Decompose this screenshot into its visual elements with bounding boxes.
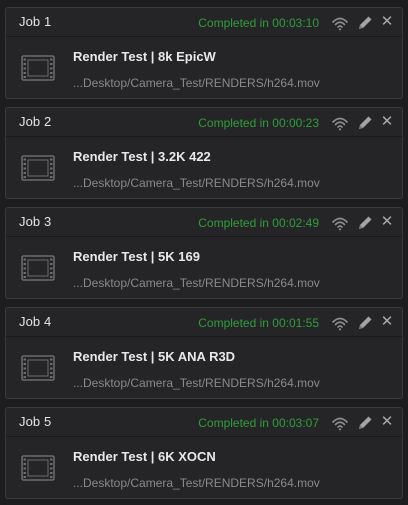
job-output-path: ...Desktop/Camera_Test/RENDERS/h264.mov — [73, 376, 320, 390]
pencil-icon[interactable] — [356, 214, 374, 232]
film-clip-icon — [21, 255, 55, 281]
job-output-path: ...Desktop/Camera_Test/RENDERS/h264.mov — [73, 76, 320, 90]
wifi-icon[interactable] — [331, 314, 349, 332]
close-icon[interactable]: ✕ — [379, 113, 395, 131]
job-title: Job 1 — [19, 14, 52, 29]
pencil-icon[interactable] — [356, 14, 374, 32]
pencil-icon[interactable] — [356, 314, 374, 332]
close-icon[interactable]: ✕ — [379, 413, 395, 431]
wifi-icon[interactable] — [331, 414, 349, 432]
job-body: Render Test | 3.2K 422 ...Desktop/Camera… — [6, 137, 402, 198]
job-name: Render Test | 8k EpicW — [73, 49, 216, 64]
job-status: Completed in 00:02:49 — [198, 216, 319, 230]
job-header: Job 3 Completed in 00:02:49 ✕ — [6, 208, 402, 237]
film-clip-icon — [21, 155, 55, 181]
job-title: Job 4 — [19, 314, 52, 329]
job-output-path: ...Desktop/Camera_Test/RENDERS/h264.mov — [73, 276, 320, 290]
pencil-icon[interactable] — [356, 114, 374, 132]
job-card[interactable]: Job 5 Completed in 00:03:07 ✕ Render Tes… — [5, 407, 403, 499]
job-body: Render Test | 5K 169 ...Desktop/Camera_T… — [6, 237, 402, 298]
film-clip-icon — [21, 455, 55, 481]
job-body: Render Test | 8k EpicW ...Desktop/Camera… — [6, 37, 402, 98]
job-name: Render Test | 5K ANA R3D — [73, 349, 236, 364]
job-status: Completed in 00:01:55 — [198, 316, 319, 330]
job-status: Completed in 00:03:10 — [198, 16, 319, 30]
job-header: Job 4 Completed in 00:01:55 ✕ — [6, 308, 402, 337]
job-output-path: ...Desktop/Camera_Test/RENDERS/h264.mov — [73, 476, 320, 490]
job-header: Job 2 Completed in 00:00:23 ✕ — [6, 108, 402, 137]
close-icon[interactable]: ✕ — [379, 13, 395, 31]
wifi-icon[interactable] — [331, 114, 349, 132]
pencil-icon[interactable] — [356, 414, 374, 432]
render-queue-job-list: Job 1 Completed in 00:03:10 ✕ Render Tes… — [0, 0, 408, 505]
job-card[interactable]: Job 2 Completed in 00:00:23 ✕ Render Tes… — [5, 107, 403, 199]
job-card[interactable]: Job 1 Completed in 00:03:10 ✕ Render Tes… — [5, 7, 403, 99]
job-body: Render Test | 5K ANA R3D ...Desktop/Came… — [6, 337, 402, 398]
job-body: Render Test | 6K XOCN ...Desktop/Camera_… — [6, 437, 402, 498]
job-header: Job 5 Completed in 00:03:07 ✕ — [6, 408, 402, 437]
job-title: Job 5 — [19, 414, 52, 429]
job-output-path: ...Desktop/Camera_Test/RENDERS/h264.mov — [73, 176, 320, 190]
close-icon[interactable]: ✕ — [379, 213, 395, 231]
wifi-icon[interactable] — [331, 14, 349, 32]
job-title: Job 3 — [19, 214, 52, 229]
job-status: Completed in 00:03:07 — [198, 416, 319, 430]
job-name: Render Test | 5K 169 — [73, 249, 200, 264]
film-clip-icon — [21, 355, 55, 381]
close-icon[interactable]: ✕ — [379, 313, 395, 331]
job-card[interactable]: Job 3 Completed in 00:02:49 ✕ Render Tes… — [5, 207, 403, 299]
job-name: Render Test | 3.2K 422 — [73, 149, 211, 164]
job-title: Job 2 — [19, 114, 52, 129]
wifi-icon[interactable] — [331, 214, 349, 232]
film-clip-icon — [21, 55, 55, 81]
job-status: Completed in 00:00:23 — [198, 116, 319, 130]
job-header: Job 1 Completed in 00:03:10 ✕ — [6, 8, 402, 37]
job-name: Render Test | 6K XOCN — [73, 449, 216, 464]
job-card[interactable]: Job 4 Completed in 00:01:55 ✕ Render Tes… — [5, 307, 403, 399]
